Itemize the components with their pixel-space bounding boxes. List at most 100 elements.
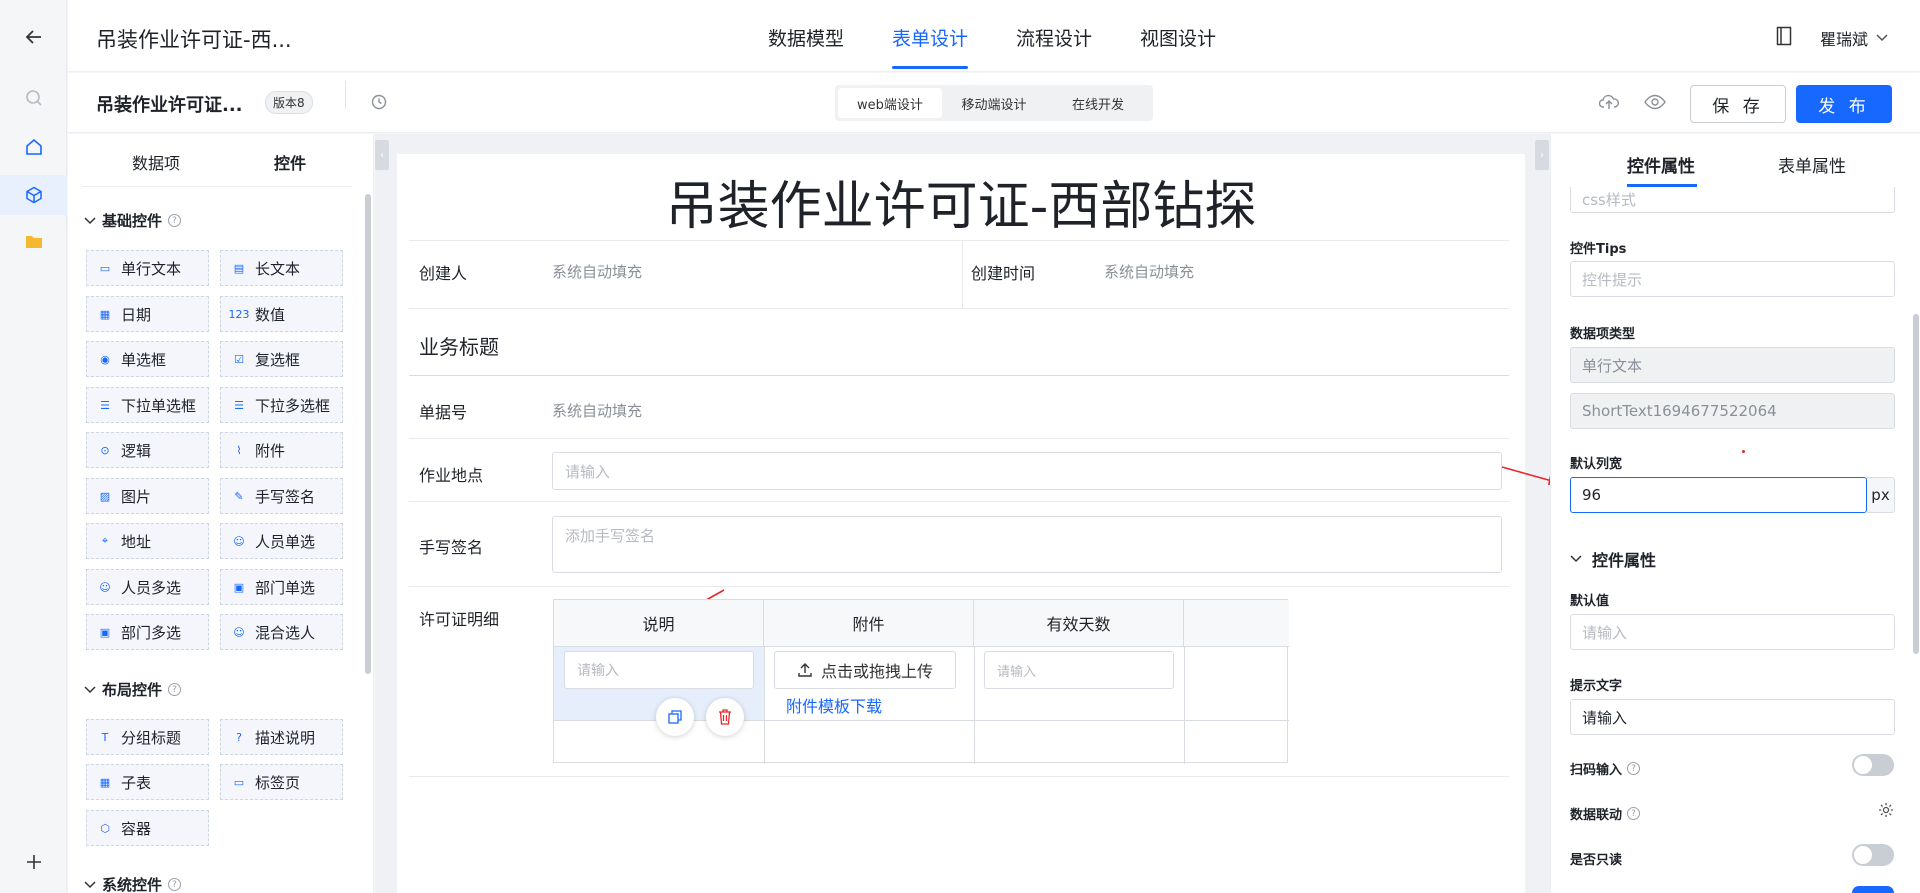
group-system-header[interactable]: 系统控件 ? bbox=[84, 874, 182, 893]
control-number[interactable]: 123 数值 bbox=[220, 296, 343, 332]
tab-controls[interactable]: 控件 bbox=[274, 150, 306, 174]
folder-icon[interactable] bbox=[0, 222, 67, 262]
scan-input-toggle[interactable] bbox=[1852, 754, 1894, 776]
control-address[interactable]: ⌖ 地址 bbox=[86, 523, 209, 559]
control-short-text[interactable]: ▭ 单行文本 bbox=[86, 250, 209, 286]
location-label: 作业地点 bbox=[419, 466, 484, 485]
back-arrow-icon[interactable] bbox=[0, 17, 67, 57]
control-dept-multi[interactable]: ▣ 部门多选 bbox=[86, 614, 209, 650]
control-user-multi[interactable]: ☺ 人员多选 bbox=[86, 569, 209, 605]
creator-value: 系统自动填充 bbox=[552, 263, 643, 281]
column-width-input[interactable]: 96 bbox=[1570, 477, 1867, 513]
copy-row-button[interactable] bbox=[656, 698, 694, 736]
days-cell-input[interactable]: 请输入 bbox=[984, 651, 1174, 689]
signature-input[interactable]: 添加手写签名 bbox=[552, 516, 1502, 573]
scrollbar[interactable] bbox=[1913, 314, 1919, 654]
cloud-upload-icon[interactable] bbox=[1599, 93, 1619, 111]
css-style-input[interactable]: css样式 bbox=[1570, 187, 1895, 213]
control-long-text[interactable]: ▤ 长文本 bbox=[220, 250, 343, 286]
control-checkbox[interactable]: ☑ 复选框 bbox=[220, 341, 343, 377]
help-icon[interactable]: ? bbox=[168, 878, 182, 891]
toggle-partial[interactable] bbox=[1852, 886, 1894, 893]
divider bbox=[409, 586, 1509, 587]
user-mixed-icon: ☺ bbox=[233, 625, 245, 639]
designer-toolbar: 吊装作业许可证... 版本8 web端设计 移动端设计 在线开发 保 存 发 布 bbox=[68, 73, 1920, 133]
template-download-link[interactable]: 附件模板下载 bbox=[786, 693, 882, 717]
control-radio[interactable]: ◉ 单选框 bbox=[86, 341, 209, 377]
mode-web[interactable]: web端设计 bbox=[838, 88, 942, 118]
help-icon[interactable]: ? bbox=[168, 214, 182, 227]
control-label: 图片 bbox=[121, 487, 152, 506]
user-menu[interactable]: 瞿瑞斌 bbox=[1820, 26, 1888, 50]
control-container[interactable]: ⬡ 容器 bbox=[86, 810, 209, 846]
help-icon[interactable]: ? bbox=[168, 683, 182, 696]
tips-input[interactable]: 控件提示 bbox=[1570, 261, 1895, 297]
group-layout-header[interactable]: 布局控件 ? bbox=[84, 679, 182, 700]
readonly-label: 是否只读 bbox=[1570, 853, 1623, 868]
location-input[interactable]: 请输入 bbox=[552, 452, 1502, 490]
tab-form-design[interactable]: 表单设计 bbox=[892, 24, 968, 51]
hint-text-input[interactable]: 请输入 bbox=[1570, 699, 1895, 735]
control-label: 数值 bbox=[255, 305, 286, 324]
control-dropdown-single[interactable]: ☰ 下拉单选框 bbox=[86, 387, 209, 423]
search-icon[interactable] bbox=[0, 78, 67, 118]
tab-control-properties[interactable]: 控件属性 bbox=[1627, 152, 1695, 177]
control-dropdown-multi[interactable]: ☰ 下拉多选框 bbox=[220, 387, 343, 423]
gear-icon[interactable] bbox=[1878, 802, 1894, 818]
divider bbox=[409, 438, 1509, 439]
control-subtable[interactable]: ▦ 子表 bbox=[86, 764, 209, 800]
save-button[interactable]: 保 存 bbox=[1690, 85, 1786, 123]
tips-label: 控件Tips bbox=[1570, 242, 1627, 257]
tabs-icon: ▭ bbox=[233, 775, 245, 789]
control-logic[interactable]: ⊙ 逻辑 bbox=[86, 432, 209, 468]
control-dept-single[interactable]: ▣ 部门单选 bbox=[220, 569, 343, 605]
control-signature[interactable]: ✎ 手写签名 bbox=[220, 478, 343, 514]
cube-icon[interactable] bbox=[0, 175, 67, 215]
delete-row-button[interactable] bbox=[706, 698, 744, 736]
mode-mobile[interactable]: 移动端设计 bbox=[942, 88, 1046, 118]
book-icon[interactable] bbox=[1776, 26, 1792, 46]
control-image[interactable]: ▨ 图片 bbox=[86, 478, 209, 514]
control-group-title[interactable]: T 分组标题 bbox=[86, 719, 209, 755]
field-code-field: ShortText1694677522064 bbox=[1570, 393, 1895, 429]
column-header-attachment[interactable]: 附件 bbox=[764, 600, 974, 646]
section-title[interactable]: 业务标题 bbox=[419, 331, 499, 360]
control-date[interactable]: ▦ 日期 bbox=[86, 296, 209, 332]
group-basic-header[interactable]: 基础控件 ? bbox=[84, 210, 182, 231]
column-header-days[interactable]: 有效天数 bbox=[974, 600, 1184, 646]
note-cell-input[interactable]: 请输入 bbox=[564, 651, 754, 689]
form-title[interactable]: 吊装作业许可证-西部钻探 bbox=[397, 164, 1525, 239]
tab-view-design[interactable]: 视图设计 bbox=[1140, 24, 1216, 51]
scrollbar[interactable] bbox=[365, 194, 371, 674]
tab-form-properties[interactable]: 表单属性 bbox=[1778, 152, 1846, 177]
data-link-label: 数据联动 bbox=[1570, 808, 1623, 823]
control-mixed-select[interactable]: ☺ 混合选人 bbox=[220, 614, 343, 650]
help-icon[interactable]: ? bbox=[1627, 807, 1641, 820]
column-header-note[interactable]: 说明 bbox=[554, 600, 764, 646]
preview-eye-icon[interactable] bbox=[1644, 94, 1666, 110]
radio-icon: ◉ bbox=[100, 352, 110, 366]
history-icon[interactable] bbox=[371, 94, 387, 110]
tab-data-items[interactable]: 数据项 bbox=[132, 150, 180, 174]
upload-button[interactable]: 点击或拖拽上传 bbox=[774, 651, 956, 689]
publish-button[interactable]: 发 布 bbox=[1796, 85, 1892, 123]
control-props-section[interactable]: 控件属性 bbox=[1570, 547, 1656, 571]
control-attachment[interactable]: ⌇ 附件 bbox=[220, 432, 343, 468]
mode-online-dev[interactable]: 在线开发 bbox=[1046, 88, 1150, 118]
departments-icon: ▣ bbox=[99, 625, 111, 639]
control-user-single[interactable]: ☺ 人员单选 bbox=[220, 523, 343, 559]
help-icon[interactable]: ? bbox=[1627, 762, 1641, 775]
collapse-right-icon[interactable]: › bbox=[1535, 140, 1549, 170]
control-tabs[interactable]: ▭ 标签页 bbox=[220, 764, 343, 800]
control-description[interactable]: ? 描述说明 bbox=[220, 719, 343, 755]
tab-flow-design[interactable]: 流程设计 bbox=[1016, 24, 1092, 51]
tab-data-model[interactable]: 数据模型 bbox=[768, 24, 844, 51]
control-label: 下拉多选框 bbox=[255, 396, 331, 415]
question-icon: ? bbox=[236, 730, 242, 744]
default-value-input[interactable]: 请输入 bbox=[1570, 614, 1895, 650]
collapse-left-icon[interactable]: ‹ bbox=[375, 140, 389, 170]
readonly-toggle[interactable] bbox=[1852, 844, 1894, 866]
control-label: 复选框 bbox=[255, 350, 301, 369]
add-icon[interactable] bbox=[0, 842, 67, 882]
home-icon[interactable] bbox=[0, 127, 67, 167]
